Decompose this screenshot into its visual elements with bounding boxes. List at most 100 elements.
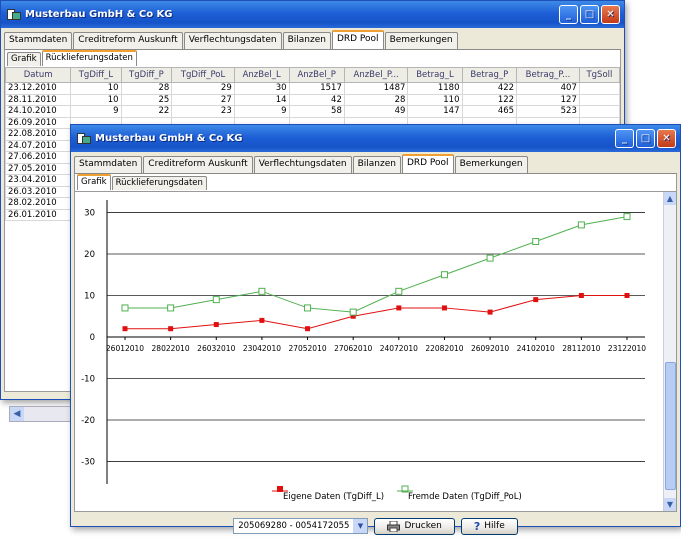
account-select-value: 205069280 - 0054172055 <box>238 521 350 531</box>
help-icon: ? <box>473 519 481 533</box>
table-cell: 9 <box>70 105 122 118</box>
tab-bilanzen[interactable]: Bilanzen <box>352 156 401 173</box>
table-cell: 22 <box>120 105 173 118</box>
horizontal-scrollbar[interactable]: ◀ <box>9 406 79 422</box>
tab-bilanzen[interactable]: Bilanzen <box>282 32 331 49</box>
table-row[interactable]: 28.11.2010 10 25 27 14 42 28 110 122 127 <box>4 93 621 106</box>
table-cell: 58 <box>288 105 345 118</box>
data-point <box>440 271 448 279</box>
column-header[interactable]: TgSoll <box>578 67 621 83</box>
column-header[interactable]: Betrag_P... <box>516 67 580 83</box>
data-point <box>577 221 585 229</box>
scroll-down-icon[interactable]: ▼ <box>664 498 676 511</box>
column-header[interactable]: TgDiff_L <box>70 67 122 83</box>
front-window: Musterbau GmbH & Co KG _ □ ✕ Stammdaten … <box>70 124 681 535</box>
close-button[interactable]: ✕ <box>657 129 676 148</box>
table-cell: 10 <box>70 93 122 106</box>
subtab-grafik[interactable]: Grafik <box>7 52 41 66</box>
subtab-grafik[interactable]: Grafik <box>77 174 111 190</box>
subtab-ruecklieferungsdaten[interactable]: Rücklieferungsdaten <box>111 176 207 190</box>
column-header[interactable]: AnzBel_P... <box>343 67 409 83</box>
column-header[interactable]: Datum <box>4 67 72 83</box>
column-header[interactable]: TgDiff_PoL <box>171 67 235 83</box>
tab-drd-pool[interactable]: DRD Pool <box>331 30 384 49</box>
data-point <box>304 304 312 312</box>
scroll-left-icon[interactable]: ◀ <box>10 407 24 421</box>
title-bar[interactable]: Musterbau GmbH & Co KG _ □ ✕ <box>71 125 680 152</box>
y-tick-label: 30 <box>84 208 95 218</box>
table-cell: 523 <box>516 105 580 118</box>
column-header[interactable]: TgDiff_P <box>120 67 173 83</box>
tab-stammdaten[interactable]: Stammdaten <box>74 156 143 173</box>
table-row[interactable]: 23.12.2010 10 28 29 30 1517 1487 1180 422 407 <box>4 82 621 95</box>
data-point <box>623 213 631 221</box>
column-header[interactable]: Betrag_L <box>407 67 463 83</box>
data-point <box>168 326 174 332</box>
app-icon <box>7 8 21 22</box>
column-header[interactable]: AnzBel_L <box>233 67 290 83</box>
table-cell: 422 <box>461 82 518 95</box>
table-cell: 23 <box>171 105 235 118</box>
vertical-scrollbar[interactable]: ▲ ▼ <box>663 192 676 511</box>
data-point <box>441 305 447 311</box>
minimize-button[interactable]: _ <box>615 129 634 148</box>
table-cell: 9 <box>233 105 290 118</box>
tab-stammdaten[interactable]: Stammdaten <box>4 32 73 49</box>
data-point <box>486 254 494 262</box>
help-label: Hilfe <box>484 521 505 531</box>
data-point <box>259 317 265 323</box>
table-cell: 27 <box>171 93 235 106</box>
print-label: Drucken <box>404 521 442 531</box>
printer-icon <box>387 520 401 532</box>
tab-verflechtungsdaten[interactable]: Verflechtungsdaten <box>253 156 352 173</box>
y-tick-label: 10 <box>84 291 95 301</box>
x-tick-label: 26032010 <box>197 344 235 353</box>
x-tick-label: 26092010 <box>471 344 509 353</box>
chart-area: 30 20 10 0 -10 -20 -30 26012010 28022010 26032010… <box>74 192 677 512</box>
table-cell: 127 <box>516 93 580 106</box>
data-point <box>122 326 128 332</box>
table-cell: 23.12.2010 <box>4 82 72 95</box>
tab-bemerkungen[interactable]: Bemerkungen <box>384 32 458 49</box>
table-cell: 1517 <box>288 82 345 95</box>
table-cell: 30 <box>233 82 290 95</box>
column-header[interactable]: Betrag_P <box>461 67 518 83</box>
tab-creditreform[interactable]: Creditreform Auskunft <box>73 32 183 49</box>
app-icon <box>77 132 91 146</box>
data-point <box>258 287 266 295</box>
tab-drd-pool[interactable]: DRD Pool <box>401 154 454 173</box>
maximize-button[interactable]: □ <box>580 5 599 24</box>
chevron-down-icon[interactable]: ▼ <box>353 519 368 533</box>
subtab-ruecklieferungsdaten[interactable]: Rücklieferungsdaten <box>41 50 137 66</box>
close-button[interactable]: ✕ <box>601 5 620 24</box>
data-point <box>305 326 311 332</box>
table-cell: 28.02.2010 <box>4 197 72 210</box>
x-tick-label: 24072010 <box>380 344 418 353</box>
x-tick-label: 27052010 <box>288 344 326 353</box>
column-header[interactable]: AnzBel_P <box>288 67 345 83</box>
table-cell: 24.10.2010 <box>4 105 72 118</box>
y-tick-label: -20 <box>81 416 95 426</box>
scroll-up-icon[interactable]: ▲ <box>664 192 676 205</box>
minimize-button[interactable]: _ <box>559 5 578 24</box>
table-cell: 28 <box>120 82 173 95</box>
table-cell: 42 <box>288 93 345 106</box>
tab-verflechtungsdaten[interactable]: Verflechtungsdaten <box>183 32 282 49</box>
x-tick-label: 23042010 <box>243 344 281 353</box>
table-cell: 407 <box>516 82 580 95</box>
table-cell: 23.04.2010 <box>4 174 72 187</box>
tab-bemerkungen[interactable]: Bemerkungen <box>454 156 528 173</box>
tab-creditreform[interactable]: Creditreform Auskunft <box>143 156 253 173</box>
print-button[interactable]: Drucken <box>374 517 455 535</box>
line-chart: 30 20 10 0 -10 -20 -30 26012010 28022010 26032010… <box>81 200 646 502</box>
table-cell: 1487 <box>343 82 409 95</box>
scroll-thumb[interactable] <box>665 362 676 490</box>
table-row[interactable]: 24.10.2010 9 22 23 9 58 49 147 465 523 <box>4 105 621 118</box>
account-select[interactable]: 205069280 - 0054172055 ▼ <box>233 518 369 534</box>
table-cell: 26.09.2010 <box>4 116 72 129</box>
table-cell: 122 <box>461 93 518 106</box>
help-button[interactable]: ? Hilfe <box>460 517 518 535</box>
title-bar[interactable]: Musterbau GmbH & Co KG _ □ ✕ <box>1 1 624 28</box>
table-cell <box>578 82 621 95</box>
maximize-button[interactable]: □ <box>636 129 655 148</box>
